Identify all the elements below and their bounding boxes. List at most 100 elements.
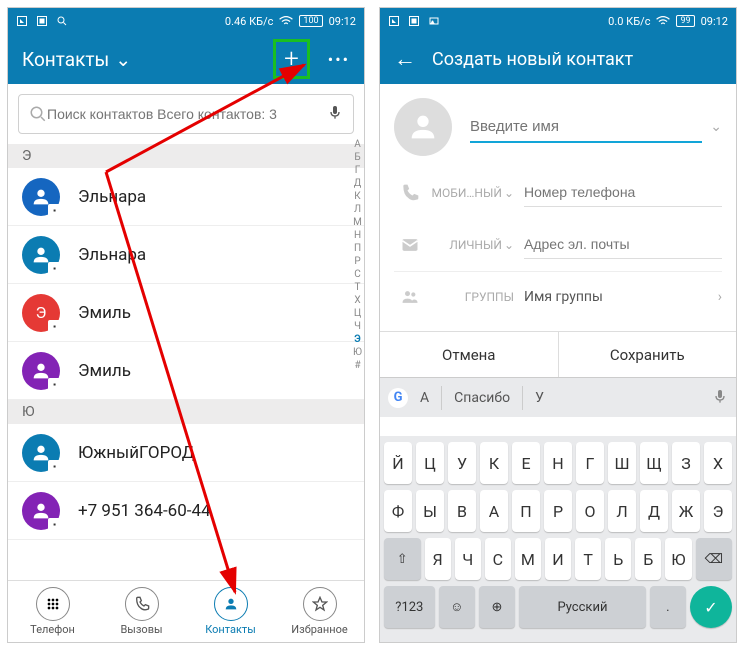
key[interactable]: А — [480, 490, 508, 532]
key[interactable]: М — [515, 538, 541, 580]
key[interactable]: Ы — [416, 490, 444, 532]
key[interactable]: У — [448, 442, 476, 484]
index-letter[interactable]: Л — [354, 203, 361, 216]
key[interactable]: Ь — [605, 538, 631, 580]
cancel-button[interactable]: Отмена — [380, 332, 559, 377]
index-letter[interactable]: Э — [354, 333, 360, 346]
google-icon[interactable]: G — [388, 388, 408, 408]
globe-key[interactable]: ⊕ — [479, 586, 515, 628]
key[interactable]: Ш — [608, 442, 636, 484]
contact-row[interactable]: ▪Эмиль — [8, 342, 364, 400]
key[interactable]: Х — [704, 442, 732, 484]
index-letter[interactable]: Х — [354, 294, 360, 307]
index-letter[interactable]: # — [354, 359, 360, 372]
nav-person[interactable]: Контакты — [186, 581, 275, 642]
contact-form: ⌄ МОБИ…НЫЙ⌄ ЛИЧНЫЙ⌄ ГРУППЫ Имя группы › — [380, 84, 736, 323]
contact-row[interactable]: Э▪Эмиль — [8, 284, 364, 342]
index-letter[interactable]: М — [353, 216, 362, 229]
index-letter[interactable]: Г — [355, 164, 361, 177]
symbols-key[interactable]: ?123 — [384, 586, 435, 628]
mic-icon[interactable] — [327, 104, 343, 124]
enter-key[interactable]: ✓ — [690, 586, 732, 628]
mic-icon[interactable] — [712, 388, 728, 408]
nav-dialpad[interactable]: Телефон — [8, 581, 97, 642]
email-type-dropdown[interactable]: ЛИЧНЫЙ⌄ — [426, 238, 514, 252]
key[interactable]: Н — [544, 442, 572, 484]
index-letter[interactable]: С — [354, 268, 361, 281]
key[interactable]: Д — [640, 490, 668, 532]
key[interactable]: Г — [576, 442, 604, 484]
dot-key[interactable]: . — [650, 586, 686, 628]
key[interactable]: И — [545, 538, 571, 580]
contact-row[interactable]: ▪+7 951 364-60-44 — [8, 482, 364, 540]
suggestion[interactable]: А — [420, 390, 429, 406]
key[interactable]: Щ — [640, 442, 668, 484]
add-contact-button[interactable]: + — [273, 39, 310, 79]
key[interactable]: К — [480, 442, 508, 484]
key[interactable]: Ц — [416, 442, 444, 484]
alpha-index[interactable]: АБГДКЛМНПРСТХЦЧЭЮ# — [353, 138, 362, 372]
avatar-placeholder[interactable] — [394, 98, 452, 156]
keyboard-suggestions: G А Спасибо У — [380, 377, 736, 417]
key[interactable]: О — [576, 490, 604, 532]
backspace-key[interactable]: ⌫ — [696, 538, 733, 580]
emoji-key[interactable]: ☺ — [439, 586, 475, 628]
expand-name-icon[interactable]: ⌄ — [710, 119, 722, 135]
index-letter[interactable]: Ц — [354, 307, 361, 320]
key[interactable]: Ж — [672, 490, 700, 532]
index-letter[interactable]: Н — [354, 229, 361, 242]
nav-phone[interactable]: Вызовы — [97, 581, 186, 642]
back-button[interactable]: ← — [394, 46, 416, 72]
more-menu[interactable]: ••• — [328, 50, 350, 69]
key[interactable]: Т — [575, 538, 601, 580]
key[interactable]: З — [672, 442, 700, 484]
contact-row[interactable]: ▪ЮжныйГОРОД — [8, 424, 364, 482]
index-letter[interactable]: К — [354, 190, 360, 203]
contact-name: ЮжныйГОРОД — [78, 443, 195, 463]
key[interactable]: С — [485, 538, 511, 580]
search-bar[interactable] — [18, 94, 354, 134]
email-field[interactable] — [524, 230, 722, 259]
contact-row[interactable]: ▪Эльнара — [8, 226, 364, 284]
index-letter[interactable]: Р — [354, 255, 360, 268]
suggestion[interactable]: У — [535, 390, 544, 406]
name-field[interactable] — [470, 112, 702, 143]
key[interactable]: П — [512, 490, 540, 532]
index-letter[interactable]: Б — [354, 151, 360, 164]
contact-row[interactable]: ▪Эльнара — [8, 168, 364, 226]
space-key[interactable]: Русский — [519, 586, 646, 628]
create-contact-screen: 0.0 КБ/с 99 09:12 ← Создать новый контак… — [379, 7, 737, 643]
index-letter[interactable]: А — [354, 138, 361, 151]
dialpad-icon — [36, 587, 70, 621]
index-letter[interactable]: Ю — [353, 346, 362, 359]
index-letter[interactable]: Т — [355, 281, 361, 294]
key[interactable]: Л — [608, 490, 636, 532]
index-letter[interactable]: Д — [354, 177, 362, 190]
person-icon — [214, 587, 248, 621]
index-letter[interactable]: Ч — [354, 320, 361, 333]
save-button[interactable]: Сохранить — [559, 332, 737, 377]
search-input[interactable] — [47, 106, 327, 122]
phone-type-dropdown[interactable]: МОБИ…НЫЙ⌄ — [426, 186, 514, 200]
key[interactable]: В — [448, 490, 476, 532]
shift-key[interactable]: ⇧ — [384, 538, 421, 580]
index-letter[interactable]: П — [354, 242, 361, 255]
key[interactable]: Р — [544, 490, 572, 532]
key[interactable]: Б — [635, 538, 661, 580]
title-dropdown[interactable]: Контакты ⌄ — [22, 48, 131, 71]
group-value[interactable]: Имя группы — [524, 283, 710, 311]
key[interactable]: Ч — [455, 538, 481, 580]
key[interactable]: Е — [512, 442, 540, 484]
suggestion[interactable]: Спасибо — [454, 390, 510, 406]
phone-field[interactable] — [524, 178, 722, 207]
key[interactable]: Й — [384, 442, 412, 484]
key[interactable]: Ю — [665, 538, 691, 580]
status-bar: 0.46 КБ/с 100 09:12 — [8, 8, 364, 34]
chevron-right-icon[interactable]: › — [718, 289, 722, 305]
chevron-down-icon: ⌄ — [115, 48, 131, 71]
page-title: Создать новый контакт — [432, 49, 633, 70]
key[interactable]: Э — [704, 490, 732, 532]
key[interactable]: Ф — [384, 490, 412, 532]
nav-star[interactable]: Избранное — [275, 581, 364, 642]
key[interactable]: Я — [425, 538, 451, 580]
